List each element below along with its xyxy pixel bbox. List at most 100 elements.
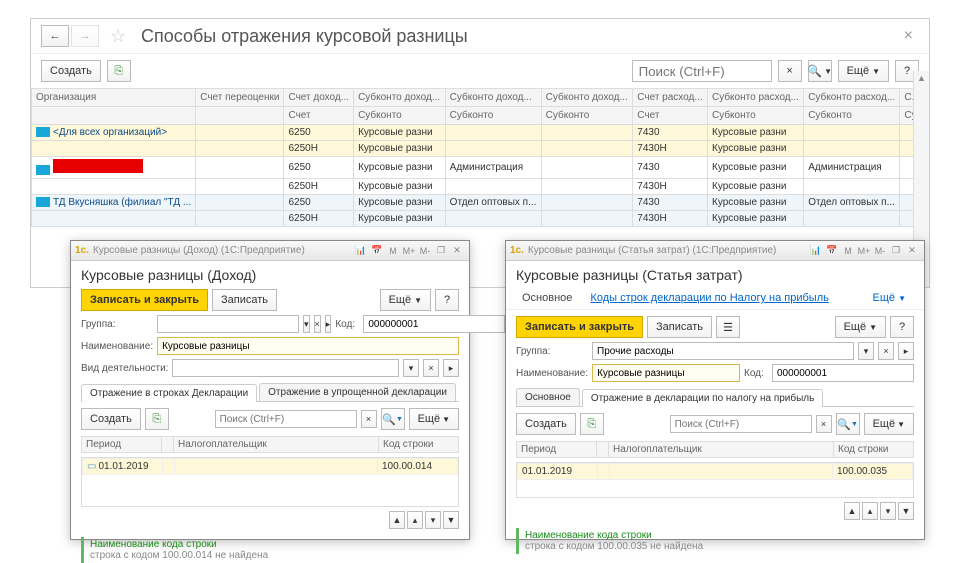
m-minus-icon[interactable]: M-	[872, 244, 888, 258]
open-icon[interactable]: ▸	[898, 342, 914, 360]
dialog-titlebar[interactable]: 1c. Курсовые разницы (Статья затрат) (1С…	[506, 241, 924, 261]
select-icon[interactable]: ▾	[858, 342, 874, 360]
more-link[interactable]: Ещё ▼	[865, 289, 915, 307]
search-button[interactable]: 🔍▼	[836, 413, 860, 435]
more-button[interactable]: Ещё▼	[409, 408, 459, 430]
clear-icon[interactable]: ×	[361, 410, 377, 428]
create-button[interactable]: Создать	[41, 60, 101, 82]
copy-button[interactable]: ⎘	[580, 413, 604, 435]
main-table: Организация Счет переоценки Счет доход..…	[31, 88, 929, 227]
window-restore-icon[interactable]: ❐	[433, 244, 449, 258]
save-button[interactable]: Записать	[212, 289, 277, 311]
nav-link[interactable]: Коды строк декларации по Налогу на прибы…	[582, 289, 836, 307]
save-close-button[interactable]: Записать и закрыть	[516, 316, 643, 338]
tab-declaration[interactable]: Отражение в декларации по налогу на приб…	[582, 389, 824, 407]
create-button[interactable]: Создать	[81, 408, 141, 430]
create-button[interactable]: Создать	[516, 413, 576, 435]
app-icon: 1c.	[510, 245, 524, 256]
dlg1-sub-area[interactable]: ▭01.01.2019 100.00.014	[81, 457, 459, 507]
activity-field[interactable]	[172, 359, 399, 377]
help-button[interactable]: ?	[890, 316, 914, 338]
row-icon: ▭	[87, 461, 96, 472]
m-plus-icon[interactable]: M+	[856, 244, 872, 258]
first-button[interactable]: ▲	[844, 502, 860, 520]
dlg2-tabs: Основное Отражение в декларации по налог…	[516, 388, 914, 407]
tab-simplified[interactable]: Отражение в упрощенной декларации	[259, 383, 456, 401]
name-field[interactable]	[157, 337, 459, 355]
name-label: Наименование:	[516, 368, 588, 379]
up-button[interactable]: ▴	[407, 511, 423, 529]
first-button[interactable]: ▲	[389, 511, 405, 529]
table-row[interactable]: ТД Вкусняшка (филиал "ТД ...6250Курсовые…	[32, 195, 929, 211]
window-restore-icon[interactable]: ❐	[888, 244, 904, 258]
tab-declaration[interactable]: Отражение в строках Декларации	[81, 384, 257, 402]
activity-label: Вид деятельности:	[81, 363, 168, 374]
group-field[interactable]	[157, 315, 299, 333]
group-label: Группа:	[516, 346, 588, 357]
dlg2-subtable: Период Налогоплательщик Код строки	[516, 441, 914, 458]
table-row[interactable]: 6250НКурсовые разни7430НКурсовые разни	[32, 211, 929, 227]
table-row[interactable]: 6250НКурсовые разни7430НКурсовые разни	[32, 179, 929, 195]
m-icon[interactable]: M	[840, 244, 856, 258]
m-icon[interactable]: M	[385, 244, 401, 258]
more-button[interactable]: Ещё▼	[838, 60, 889, 82]
search-input[interactable]	[632, 60, 772, 82]
back-button[interactable]: ←	[41, 25, 69, 47]
code-field[interactable]	[363, 315, 505, 333]
tab-main[interactable]: Основное	[516, 388, 580, 406]
last-button[interactable]: ▼	[898, 502, 914, 520]
dialog-titlebar[interactable]: 1c. Курсовые разницы (Доход) (1С:Предпри…	[71, 241, 469, 261]
open-icon[interactable]: ▸	[443, 359, 459, 377]
copy-button[interactable]: ⎘	[107, 60, 131, 82]
open-icon[interactable]: ▸	[325, 315, 332, 333]
down-button[interactable]: ▾	[425, 511, 441, 529]
save-button[interactable]: Записать	[647, 316, 712, 338]
nav-main[interactable]: Основное	[516, 290, 578, 306]
table-row[interactable]: 6250НКурсовые разни7430НКурсовые разни	[32, 141, 929, 157]
table-row[interactable]: 01.01.2019 100.00.035	[518, 464, 913, 480]
calendar-icon[interactable]: 📅	[824, 244, 840, 258]
down-button[interactable]: ▾	[880, 502, 896, 520]
table-row[interactable]: ▭01.01.2019 100.00.014	[83, 459, 458, 475]
page-title: Способы отражения курсовой разницы	[141, 26, 898, 47]
more-button[interactable]: Ещё▼	[380, 289, 431, 311]
window-close-icon[interactable]: ✕	[449, 244, 465, 258]
forward-button[interactable]: →	[71, 25, 99, 47]
close-icon[interactable]: ×	[898, 27, 919, 45]
table-row[interactable]: 6250Курсовые разниАдминистрация7430Курсо…	[32, 157, 929, 179]
calc-icon[interactable]: 📊	[353, 244, 369, 258]
select-icon[interactable]: ▾	[303, 315, 310, 333]
more-button[interactable]: Ещё▼	[835, 316, 886, 338]
table-row[interactable]: <Для всех организаций>6250Курсовые разни…	[32, 125, 929, 141]
select-icon[interactable]: ▾	[403, 359, 419, 377]
m-plus-icon[interactable]: M+	[401, 244, 417, 258]
sub-search[interactable]	[215, 410, 357, 428]
window-close-icon[interactable]: ✕	[904, 244, 920, 258]
calc-icon[interactable]: 📊	[808, 244, 824, 258]
m-minus-icon[interactable]: M-	[417, 244, 433, 258]
last-button[interactable]: ▼	[443, 511, 459, 529]
name-field[interactable]	[592, 364, 740, 382]
dialog-title-text: Курсовые разницы (Доход) (1С:Предприятие…	[93, 245, 305, 256]
more-button[interactable]: Ещё▼	[864, 413, 914, 435]
search-clear-button[interactable]: ×	[778, 60, 802, 82]
sub-search[interactable]	[670, 415, 812, 433]
search-button[interactable]: 🔍▼	[808, 60, 832, 82]
up-button[interactable]: ▴	[862, 502, 878, 520]
clear-icon[interactable]: ×	[816, 415, 832, 433]
calendar-icon[interactable]: 📅	[369, 244, 385, 258]
dialog-header: Курсовые разницы (Статья затрат)	[506, 261, 924, 287]
list-button[interactable]: ☰	[716, 316, 740, 338]
help-button[interactable]: ?	[435, 289, 459, 311]
clear-icon[interactable]: ×	[314, 315, 321, 333]
favorite-icon[interactable]: ☆	[107, 25, 129, 47]
copy-button[interactable]: ⎘	[145, 408, 169, 430]
clear-icon[interactable]: ×	[423, 359, 439, 377]
save-close-button[interactable]: Записать и закрыть	[81, 289, 208, 311]
clear-icon[interactable]: ×	[878, 342, 894, 360]
search-button[interactable]: 🔍▼	[381, 408, 405, 430]
app-icon: 1c.	[75, 245, 89, 256]
group-field[interactable]	[592, 342, 854, 360]
dlg2-sub-area[interactable]: 01.01.2019 100.00.035	[516, 462, 914, 498]
code-field[interactable]	[772, 364, 914, 382]
